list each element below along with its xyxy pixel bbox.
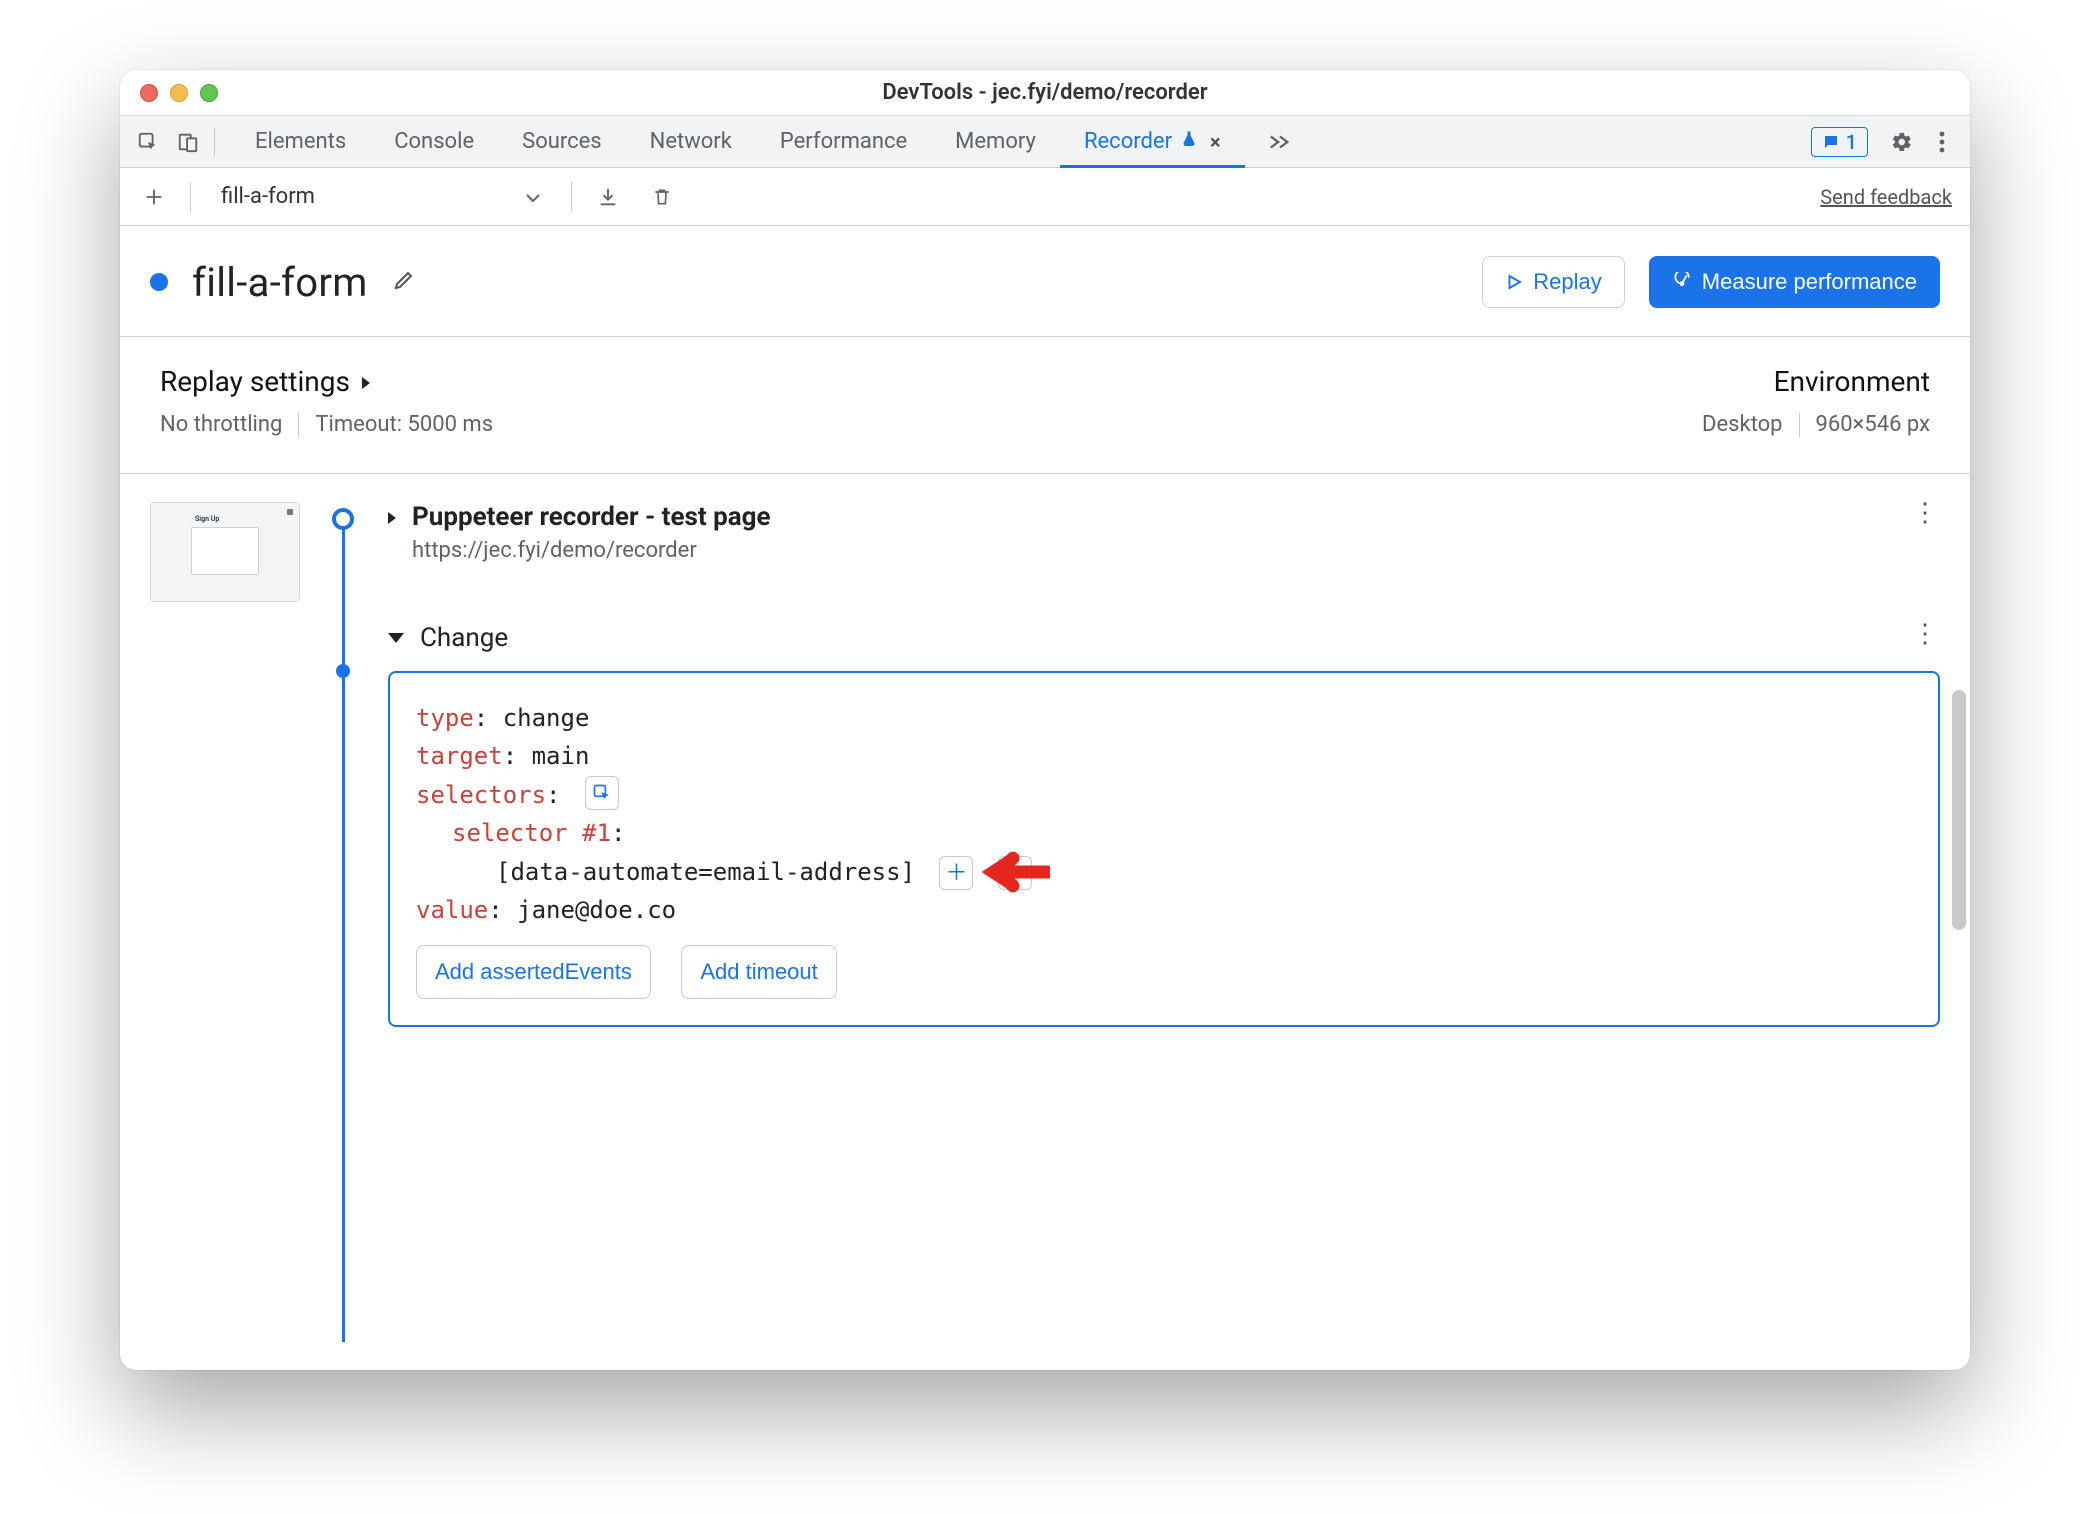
- caret-right-icon: [360, 365, 372, 398]
- kebab-menu-icon[interactable]: [1922, 122, 1962, 162]
- close-tab-icon[interactable]: ×: [1210, 130, 1221, 154]
- close-window-button[interactable]: [140, 84, 158, 102]
- zoom-window-button[interactable]: [200, 84, 218, 102]
- timeline: [324, 502, 364, 1342]
- step-navigate-url: https://jec.fyi/demo/recorder: [412, 538, 771, 563]
- annotation-arrow-icon: [976, 847, 1050, 897]
- devtools-window: DevTools - jec.fyi/demo/recorder Element…: [120, 70, 1970, 1370]
- selector-value[interactable]: [data-automate=email-address]: [496, 858, 915, 886]
- recording-select[interactable]: fill-a-form: [211, 180, 551, 213]
- timeout-value: Timeout: 5000 ms: [315, 412, 493, 437]
- flask-icon: [1180, 129, 1198, 154]
- step-navigate[interactable]: Puppeteer recorder - test page https://j…: [388, 502, 1940, 563]
- replay-label: Replay: [1533, 269, 1601, 295]
- measure-performance-button[interactable]: Measure performance: [1649, 256, 1940, 308]
- caret-expanded-icon: [388, 633, 404, 643]
- export-button[interactable]: [592, 181, 624, 213]
- tab-console[interactable]: Console: [370, 116, 498, 167]
- throttling-value: No throttling: [160, 412, 282, 437]
- field-type-value[interactable]: change: [503, 704, 590, 732]
- devtools-tabbar: Elements Console Sources Network Perform…: [120, 116, 1970, 168]
- recording-status-dot: [150, 273, 168, 291]
- step-navigate-title: Puppeteer recorder - test page: [412, 502, 771, 532]
- edit-title-button[interactable]: [392, 268, 416, 296]
- tab-elements[interactable]: Elements: [231, 116, 370, 167]
- field-target-value[interactable]: main: [532, 742, 590, 770]
- tab-sources[interactable]: Sources: [498, 116, 626, 167]
- recording-select-value: fill-a-form: [221, 184, 315, 209]
- tab-performance[interactable]: Performance: [756, 116, 931, 167]
- measure-label: Measure performance: [1702, 269, 1917, 295]
- environment-heading: Environment: [1774, 365, 1930, 398]
- chevron-down-icon: [525, 184, 541, 209]
- pick-selector-button[interactable]: [585, 776, 619, 810]
- environment-settings: Environment Desktop 960×546 px: [1702, 365, 1930, 437]
- add-asserted-events-button[interactable]: Add assertedEvents: [416, 945, 651, 998]
- tab-network[interactable]: Network: [626, 116, 756, 167]
- device-toolbar-icon[interactable]: [168, 122, 208, 162]
- delete-button[interactable]: [646, 181, 678, 213]
- steps-content: Puppeteer recorder - test page https://j…: [388, 502, 1940, 1342]
- step-bullet-change: [336, 664, 350, 678]
- new-recording-button[interactable]: [138, 181, 170, 213]
- window-title: DevTools - jec.fyi/demo/recorder: [882, 80, 1207, 105]
- step-change[interactable]: Change ⋮ type: change target: main selec…: [388, 623, 1940, 1027]
- step-details-box: type: change target: main selectors: sel…: [388, 671, 1940, 1027]
- replay-settings-heading: Replay settings: [160, 365, 350, 398]
- field-value-value[interactable]: jane@doe.co: [517, 896, 676, 924]
- device-value: Desktop: [1702, 412, 1783, 437]
- minimize-window-button[interactable]: [170, 84, 188, 102]
- more-tabs-button[interactable]: [1245, 116, 1315, 167]
- divider: [214, 128, 215, 156]
- settings-row: Replay settings No throttling Timeout: 5…: [120, 337, 1970, 474]
- replay-settings[interactable]: Replay settings No throttling Timeout: 5…: [160, 365, 493, 437]
- send-feedback-link[interactable]: Send feedback: [1820, 185, 1952, 209]
- window-traffic-lights: [120, 84, 218, 102]
- recording-header: fill-a-form Replay Measure performance: [120, 226, 1970, 337]
- recorder-toolbar: fill-a-form Send feedback: [120, 168, 1970, 226]
- inspect-element-icon[interactable]: [128, 122, 168, 162]
- replay-button[interactable]: Replay: [1482, 256, 1624, 308]
- page-thumbnail[interactable]: Sign Up: [150, 502, 300, 602]
- step-bullet-nav: [332, 508, 354, 530]
- step-change-label: Change: [420, 623, 508, 653]
- panel-tabs: Elements Console Sources Network Perform…: [231, 116, 1315, 167]
- steps-panel: Sign Up Puppeteer recorder - test page h…: [120, 474, 1970, 1370]
- tab-memory[interactable]: Memory: [931, 116, 1060, 167]
- tab-recorder[interactable]: Recorder ×: [1060, 116, 1245, 167]
- add-selector-button[interactable]: ＋: [939, 856, 973, 890]
- issues-button[interactable]: 1: [1811, 127, 1868, 157]
- step-menu-button[interactable]: ⋮: [1912, 629, 1940, 639]
- recording-title: fill-a-form: [192, 259, 368, 306]
- window-titlebar: DevTools - jec.fyi/demo/recorder: [120, 70, 1970, 116]
- viewport-value: 960×546 px: [1816, 412, 1931, 437]
- step-menu-button[interactable]: ⋮: [1912, 508, 1940, 518]
- scrollbar-thumb[interactable]: [1952, 690, 1966, 930]
- add-timeout-button[interactable]: Add timeout: [681, 945, 836, 998]
- settings-gear-icon[interactable]: [1882, 122, 1922, 162]
- caret-collapsed-icon: [388, 512, 396, 524]
- issues-count: 1: [1846, 130, 1857, 154]
